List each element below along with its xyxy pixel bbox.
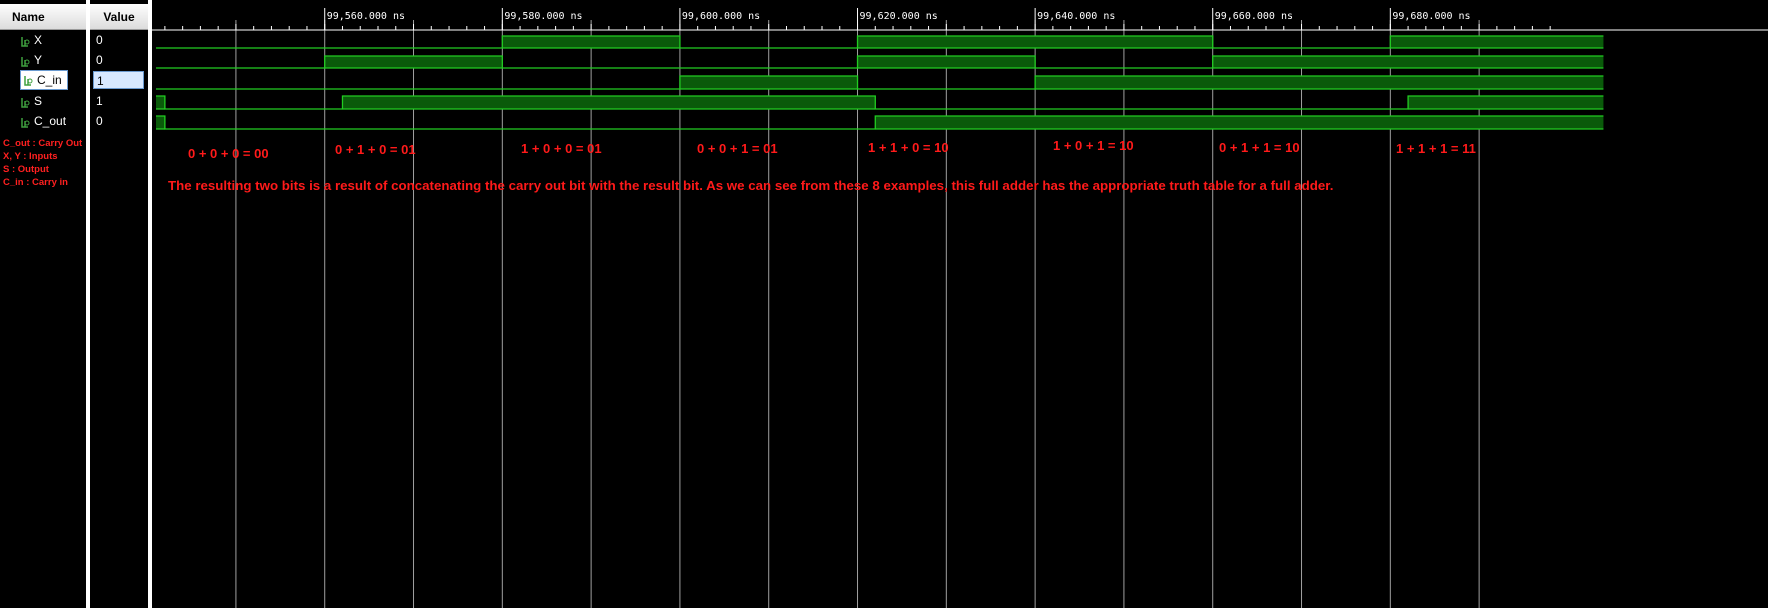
equation-label: 1 + 1 + 0 = 10: [868, 140, 949, 155]
value-cell-c-in[interactable]: 1: [93, 71, 144, 89]
time-ruler[interactable]: 99,560.000 ns 99,580.000 ns 99,600.000 ns 9…: [152, 8, 1768, 31]
ruler-label: 99,560.000 ns: [327, 11, 405, 22]
wave-high-fill: [156, 96, 165, 109]
signal-traces: [156, 35, 1604, 130]
signal-row-s[interactable]: S: [0, 91, 86, 111]
signal-row-y[interactable]: Y: [0, 50, 86, 70]
signal-name-c-out[interactable]: C_out: [20, 111, 66, 131]
wave-high-fill: [875, 116, 1604, 129]
wave-high-fill: [857, 36, 1213, 48]
signal-icon: [20, 54, 30, 67]
equation-label: 0 + 1 + 1 = 10: [1219, 140, 1300, 155]
signal-icon: [20, 95, 30, 108]
ruler-label: 99,620.000 ns: [860, 11, 938, 22]
wave-high-fill: [1390, 36, 1604, 48]
equation-label: 0 + 0 + 0 = 00: [188, 146, 269, 161]
equation-label: 1 + 0 + 0 = 01: [521, 141, 602, 156]
equation-label: 0 + 1 + 0 = 01: [335, 142, 416, 157]
wave-high-fill: [857, 56, 1036, 68]
value-cell-c-out[interactable]: 0: [96, 111, 103, 131]
ruler-label: 99,600.000 ns: [682, 11, 760, 22]
signal-legend: C_out : Carry Out X, Y : Inputs S : Output…: [3, 137, 82, 189]
value-cell-x[interactable]: 0: [96, 30, 103, 50]
signal-name-y[interactable]: Y: [20, 50, 42, 70]
ruler-label: 99,640.000 ns: [1037, 11, 1115, 22]
value-cell-y[interactable]: 0: [96, 50, 103, 70]
signal-name-s[interactable]: S: [20, 91, 42, 111]
value-column-header[interactable]: Value: [90, 4, 148, 30]
signal-row-c-in[interactable]: C_in: [0, 70, 86, 90]
wave-high-fill: [1408, 96, 1604, 109]
ruler-label: 99,580.000 ns: [504, 11, 582, 22]
ruler-label: 99,660.000 ns: [1215, 11, 1293, 22]
wave-high-fill: [679, 76, 858, 89]
wave-high-fill: [324, 56, 503, 68]
wave-high-fill: [502, 36, 680, 48]
signal-name-x[interactable]: X: [20, 30, 42, 50]
signal-name-c-in[interactable]: C_in: [20, 70, 68, 90]
wave-high-fill: [342, 96, 876, 109]
legend-line: S : Output: [3, 164, 49, 175]
legend-line: X, Y : Inputs: [3, 151, 58, 162]
annotations: 0 + 0 + 0 = 00 0 + 1 + 0 = 01 1 + 0 + 0 …: [168, 138, 1476, 193]
value-cell-s[interactable]: 1: [96, 91, 103, 111]
signal-row-c-out[interactable]: C_out: [0, 111, 86, 131]
name-column: Name X Y C_in S C_out C_out: Carry Out …: [0, 0, 86, 608]
wave-high-fill: [156, 116, 165, 129]
equation-label: 1 + 1 + 1 = 11: [1396, 141, 1476, 156]
ruler-label: 99,680.000 ns: [1392, 11, 1470, 22]
signal-row-x[interactable]: X: [0, 30, 86, 50]
summary-annotation: The resulting two bits is a result of co…: [168, 178, 1333, 193]
value-column: Value 0 0 1 1 0: [90, 0, 148, 608]
equation-label: 0 + 0 + 1 = 01: [697, 141, 778, 156]
signal-icon: [23, 74, 33, 86]
wave-high-fill: [1212, 56, 1604, 68]
legend-line: C_out : Carry Out: [3, 138, 83, 149]
signal-icon: [20, 115, 30, 128]
equation-label: 1 + 0 + 1 = 10: [1053, 138, 1134, 153]
legend-line: C_in : Carry in: [3, 177, 68, 188]
waveform-pane[interactable]: 99,560.000 ns 99,580.000 ns 99,600.000 ns 9…: [152, 0, 1768, 608]
waveform-viewer: { "columns": { "name_header": "Name", "v…: [0, 0, 1768, 608]
name-column-header[interactable]: Name: [0, 4, 86, 30]
signal-icon: [20, 34, 30, 47]
wave-high-fill: [1035, 76, 1604, 89]
